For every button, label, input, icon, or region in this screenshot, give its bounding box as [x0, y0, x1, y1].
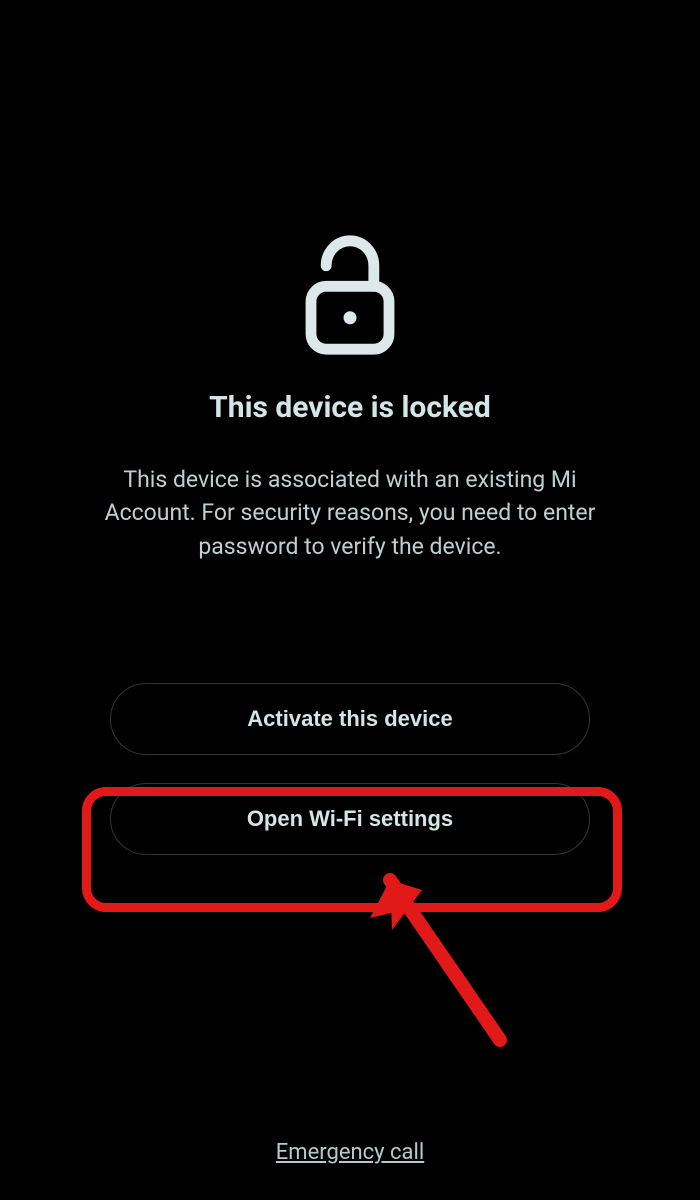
unlock-icon	[295, 230, 405, 360]
lock-description: This device is associated with an existi…	[50, 463, 650, 563]
emergency-call-link[interactable]: Emergency call	[276, 1140, 424, 1165]
activate-device-button[interactable]: Activate this device	[110, 683, 590, 755]
open-wifi-settings-label: Open Wi-Fi settings	[247, 806, 453, 832]
activate-device-label: Activate this device	[247, 706, 452, 732]
lock-icon-container	[295, 230, 405, 360]
open-wifi-settings-button[interactable]: Open Wi-Fi settings	[110, 783, 590, 855]
page-title: This device is locked	[209, 390, 491, 425]
button-group: Activate this device Open Wi-Fi settings	[0, 683, 700, 883]
annotation-arrow	[360, 860, 540, 1060]
